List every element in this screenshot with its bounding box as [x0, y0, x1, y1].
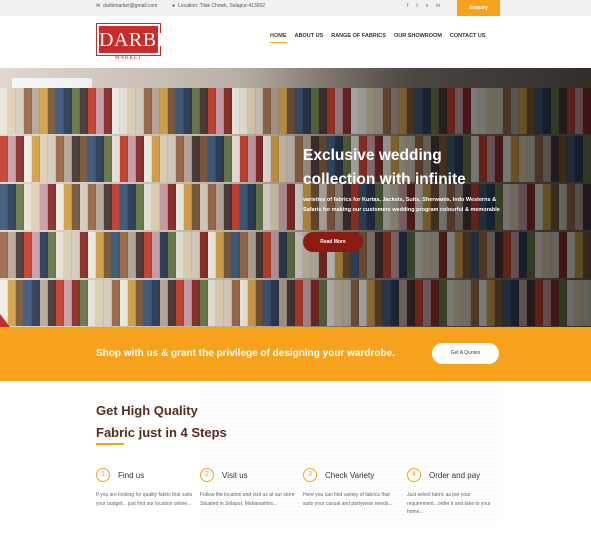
- step-number: 4: [407, 468, 421, 482]
- contact-email[interactable]: ✉ darbimarket@gmail.com: [96, 3, 157, 9]
- site-header: DARBI MARKET HOME ABOUT US RANGE OF FABR…: [0, 16, 591, 68]
- decorative-corner: [0, 314, 10, 327]
- nav-contact-us[interactable]: CONTACT US: [450, 33, 486, 43]
- step-number: 2: [200, 468, 214, 482]
- step-check-variety: 3 Check Variety Here you can find variet…: [303, 466, 403, 508]
- step-name: Check Variety: [325, 470, 375, 480]
- step-find-us: 1 Find us If you are looking for quality…: [96, 466, 196, 508]
- step-name: Find us: [118, 470, 145, 480]
- title-underline: [96, 443, 124, 445]
- step-order-and-pay: 4 Order and pay Just select fabric as pe…: [407, 466, 507, 517]
- hero-title: Exclusive wedding collection with infini…: [303, 147, 466, 188]
- nav-range-of-fabrics[interactable]: RANGE OF FABRICS: [331, 33, 386, 43]
- logo[interactable]: DARBI: [96, 23, 164, 56]
- mail-icon: ✉: [96, 3, 101, 9]
- hero-description: varieties of fabrics for Kurtas, Jackets…: [303, 197, 500, 213]
- nav-home[interactable]: HOME: [270, 33, 287, 43]
- top-bar: ✉ darbimarket@gmail.com ● Location: Tila…: [0, 0, 591, 16]
- step-name: Visit us: [222, 470, 248, 480]
- step-visit-us: 2 Visit us Follow the location and visit…: [200, 466, 300, 508]
- location-text: Location: Tilak Chowk, Solapur-413002: [178, 3, 266, 9]
- step-number: 1: [96, 468, 110, 482]
- main-nav: HOME ABOUT US RANGE OF FABRICS OUR SHOWR…: [270, 33, 486, 43]
- email-text: darbimarket@gmail.com: [103, 3, 158, 9]
- step-description: Just select fabric as per your requireme…: [407, 492, 491, 515]
- steps-title-line1: Get High Quality: [96, 403, 198, 418]
- step-description: Here you can find variety of fabrics tha…: [303, 492, 393, 507]
- logo-text: DARBI: [99, 29, 164, 51]
- twitter-icon[interactable]: t: [416, 3, 417, 9]
- read-more-button[interactable]: Read More: [303, 232, 363, 252]
- social-links: f t s in: [407, 3, 440, 9]
- get-a-quote-button[interactable]: Get A Quotes: [432, 343, 499, 364]
- skype-icon[interactable]: s: [426, 3, 429, 9]
- linkedin-icon[interactable]: in: [436, 3, 440, 9]
- location-pin-icon: ●: [172, 3, 176, 9]
- enquiry-button[interactable]: Enquiry: [457, 0, 500, 16]
- step-description: If you are looking for quality fabric th…: [96, 492, 193, 507]
- step-name: Order and pay: [429, 470, 481, 480]
- logo-subtitle: MARKET: [114, 56, 143, 61]
- cta-text: Shop with us & grant the privilege of de…: [96, 348, 395, 359]
- step-description: Follow the location and visit us at our …: [200, 492, 295, 507]
- contact-location: ● Location: Tilak Chowk, Solapur-413002: [172, 3, 265, 9]
- nav-about-us[interactable]: ABOUT US: [295, 33, 324, 43]
- facebook-icon[interactable]: f: [407, 3, 408, 9]
- nav-our-showroom[interactable]: OUR SHOWROOM: [394, 33, 442, 43]
- step-number: 3: [303, 468, 317, 482]
- steps-title: Get High Quality Fabric just in 4 Steps: [96, 400, 227, 444]
- steps-title-line2: Fabric just in 4 Steps: [96, 425, 227, 440]
